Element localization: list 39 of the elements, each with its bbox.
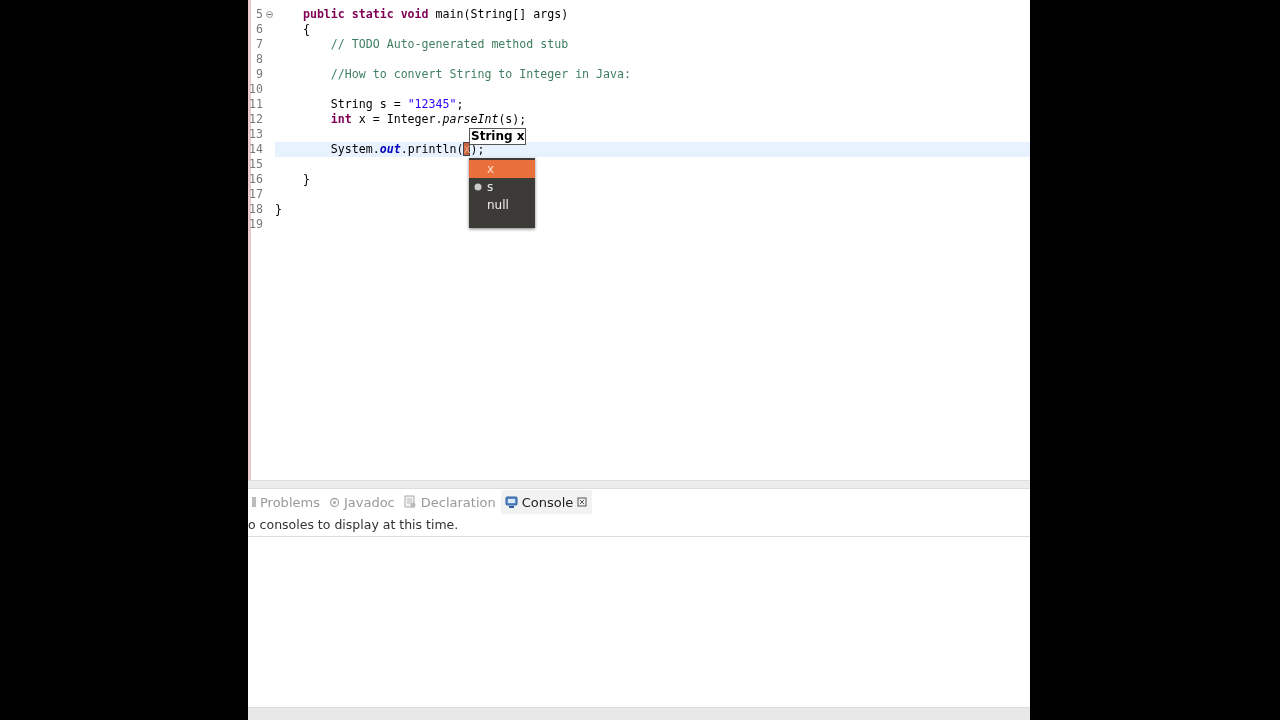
line-number: 17 (249, 187, 263, 202)
problems-icon (252, 496, 256, 508)
code-line: //How to convert String to Integer in Java: (329, 67, 631, 82)
line-number: 15 (249, 157, 263, 172)
variable-icon (474, 183, 482, 191)
line-number: 6 (256, 22, 263, 37)
code-line: String s = "12345"; (329, 97, 464, 112)
code-line: int x = Integer.parseInt(s); (329, 112, 527, 127)
at-sign-icon (328, 496, 340, 508)
view-tab[interactable]: Problems (248, 490, 325, 514)
view-tab[interactable]: Console (500, 490, 593, 514)
line-number: 8 (256, 52, 263, 67)
line-number: 9 (256, 67, 263, 82)
code-line: } (301, 172, 310, 187)
console-message: o consoles to display at this time. (248, 514, 1030, 537)
line-number: 7 (256, 37, 263, 52)
line-number: 5 (256, 7, 263, 22)
code-line: public static void main(String[] args) (301, 7, 569, 22)
view-tab[interactable]: Declaration (399, 490, 501, 514)
line-number: 14 (249, 142, 263, 157)
completion-item[interactable]: null (469, 196, 535, 214)
line-number: 11 (249, 97, 263, 112)
view-tab[interactable]: Javadoc (324, 490, 400, 514)
code-line: { (301, 22, 310, 37)
fold-icon[interactable] (266, 11, 273, 18)
line-number: 19 (249, 217, 263, 232)
monitor-icon (504, 495, 518, 509)
line-number: 18 (249, 202, 263, 217)
line-number: 12 (249, 112, 263, 127)
line-number: 10 (249, 82, 263, 97)
parameter-hint: String x (469, 128, 527, 145)
code-line: // TODO Auto-generated method stub (329, 37, 569, 52)
completion-item[interactable]: s (469, 178, 535, 196)
close-icon[interactable] (577, 497, 588, 507)
code-line: } (275, 202, 282, 217)
line-number: 13 (249, 127, 263, 142)
document-icon (403, 495, 417, 509)
line-number: 16 (249, 172, 263, 187)
completion-item[interactable]: x (469, 160, 535, 178)
